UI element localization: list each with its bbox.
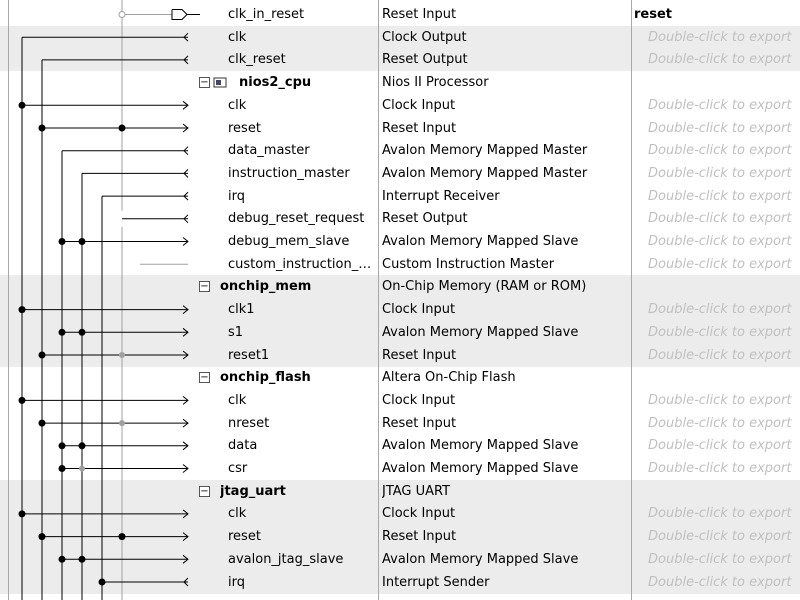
connection-dot xyxy=(18,306,26,314)
connection-dot xyxy=(78,328,86,336)
connection-dot xyxy=(58,555,66,563)
connection-dot xyxy=(18,101,26,109)
export-symbol-icon xyxy=(171,9,188,20)
connection-dot xyxy=(78,442,86,450)
connection-dot xyxy=(38,124,46,132)
connection-dot xyxy=(58,465,66,472)
connection-dot xyxy=(38,419,46,427)
connection-dot xyxy=(118,533,126,541)
column-divider xyxy=(8,0,9,600)
connection-dot xyxy=(38,533,46,541)
connection-dot xyxy=(58,238,66,245)
connection-dot xyxy=(78,238,86,245)
connection-dot xyxy=(58,442,66,450)
connection-dot xyxy=(18,510,26,518)
column-divider xyxy=(378,0,379,600)
connection-dot xyxy=(98,578,106,586)
column-divider xyxy=(631,0,632,600)
connection-dot xyxy=(118,124,126,132)
connection-dot xyxy=(38,351,46,359)
connection-dot xyxy=(58,328,66,336)
connection-dot xyxy=(78,555,86,563)
connection-wires xyxy=(18,0,200,600)
connection-dot xyxy=(18,396,26,404)
